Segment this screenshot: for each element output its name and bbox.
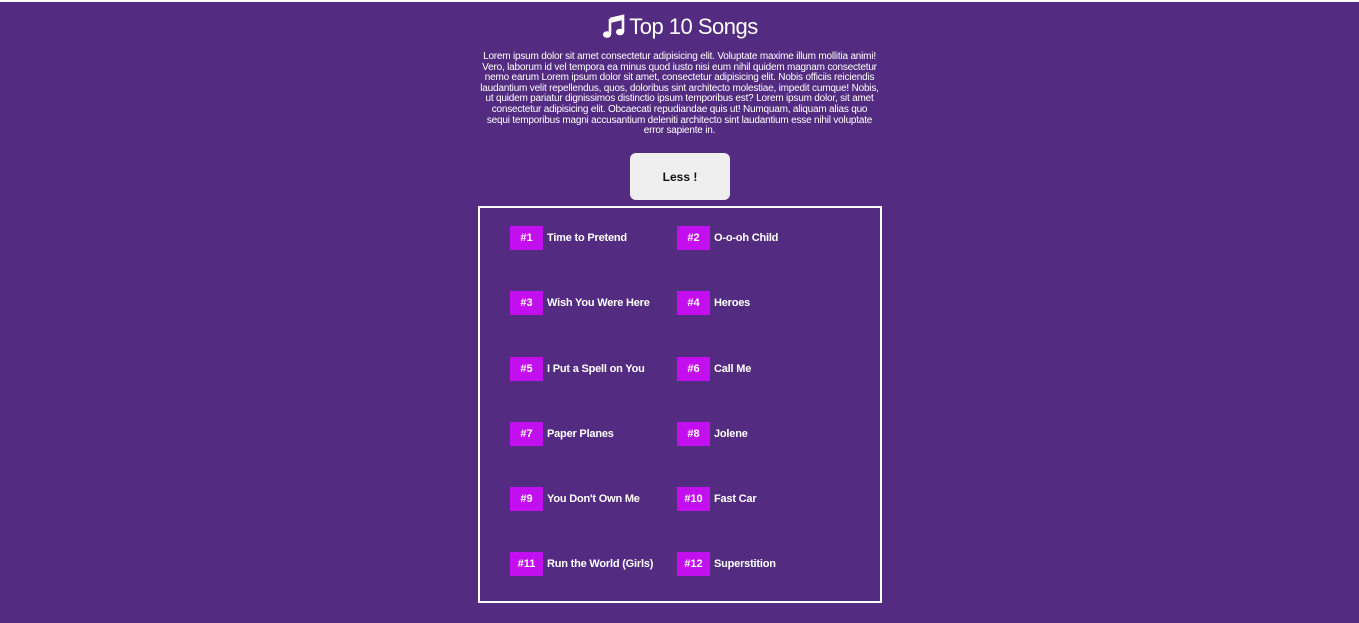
rank-badge: #1 — [510, 226, 543, 250]
song-item: #3 Wish You Were Here — [510, 291, 650, 315]
song-item: #6 Call Me — [677, 357, 751, 381]
song-name: You Don't Own Me — [547, 493, 640, 505]
song-item: #1 Time to Pretend — [510, 226, 627, 250]
rank-badge: #6 — [677, 357, 710, 381]
rank-badge: #7 — [510, 422, 543, 446]
song-item: #4 Heroes — [677, 291, 750, 315]
rank-badge: #3 — [510, 291, 543, 315]
page-title: Top 10 Songs — [629, 14, 758, 39]
song-name: Jolene — [714, 428, 748, 440]
song-name: Call Me — [714, 363, 752, 375]
less-button[interactable]: Less ! — [630, 153, 730, 200]
song-item: #2 O-o-oh Child — [677, 226, 778, 250]
rank-badge: #12 — [677, 552, 710, 576]
rank-badge: #8 — [677, 422, 710, 446]
song-item: #5 I Put a Spell on You — [510, 357, 645, 381]
song-name: Paper Planes — [547, 428, 614, 440]
song-name: Wish You Were Here — [547, 297, 650, 309]
description-text: Lorem ipsum dolor sit amet consectetur a… — [480, 51, 879, 137]
song-item: #7 Paper Planes — [510, 422, 614, 446]
song-name: Heroes — [714, 297, 751, 309]
song-name: O-o-oh Child — [714, 232, 779, 244]
song-item: #11 Run the World (Girls) — [510, 552, 653, 576]
song-name: Run the World (Girls) — [547, 558, 654, 570]
song-name: Fast Car — [714, 493, 757, 505]
page-header: Top 10 Songs — [0, 12, 1359, 42]
song-name: Superstition — [714, 558, 776, 570]
music-note-icon — [601, 14, 627, 40]
song-item: #12 Superstition — [677, 552, 776, 576]
songs-list: #1 Time to Pretend #2 O-o-oh Child #3 Wi… — [478, 206, 882, 603]
rank-badge: #2 — [677, 226, 710, 250]
rank-badge: #10 — [677, 487, 710, 511]
song-name: I Put a Spell on You — [547, 363, 645, 375]
rank-badge: #11 — [510, 552, 543, 576]
rank-badge: #5 — [510, 357, 543, 381]
song-item: #10 Fast Car — [677, 487, 757, 511]
song-name: Time to Pretend — [547, 232, 627, 244]
song-item: #8 Jolene — [677, 422, 748, 446]
rank-badge: #4 — [677, 291, 710, 315]
song-item: #9 You Don't Own Me — [510, 487, 640, 511]
rank-badge: #9 — [510, 487, 543, 511]
